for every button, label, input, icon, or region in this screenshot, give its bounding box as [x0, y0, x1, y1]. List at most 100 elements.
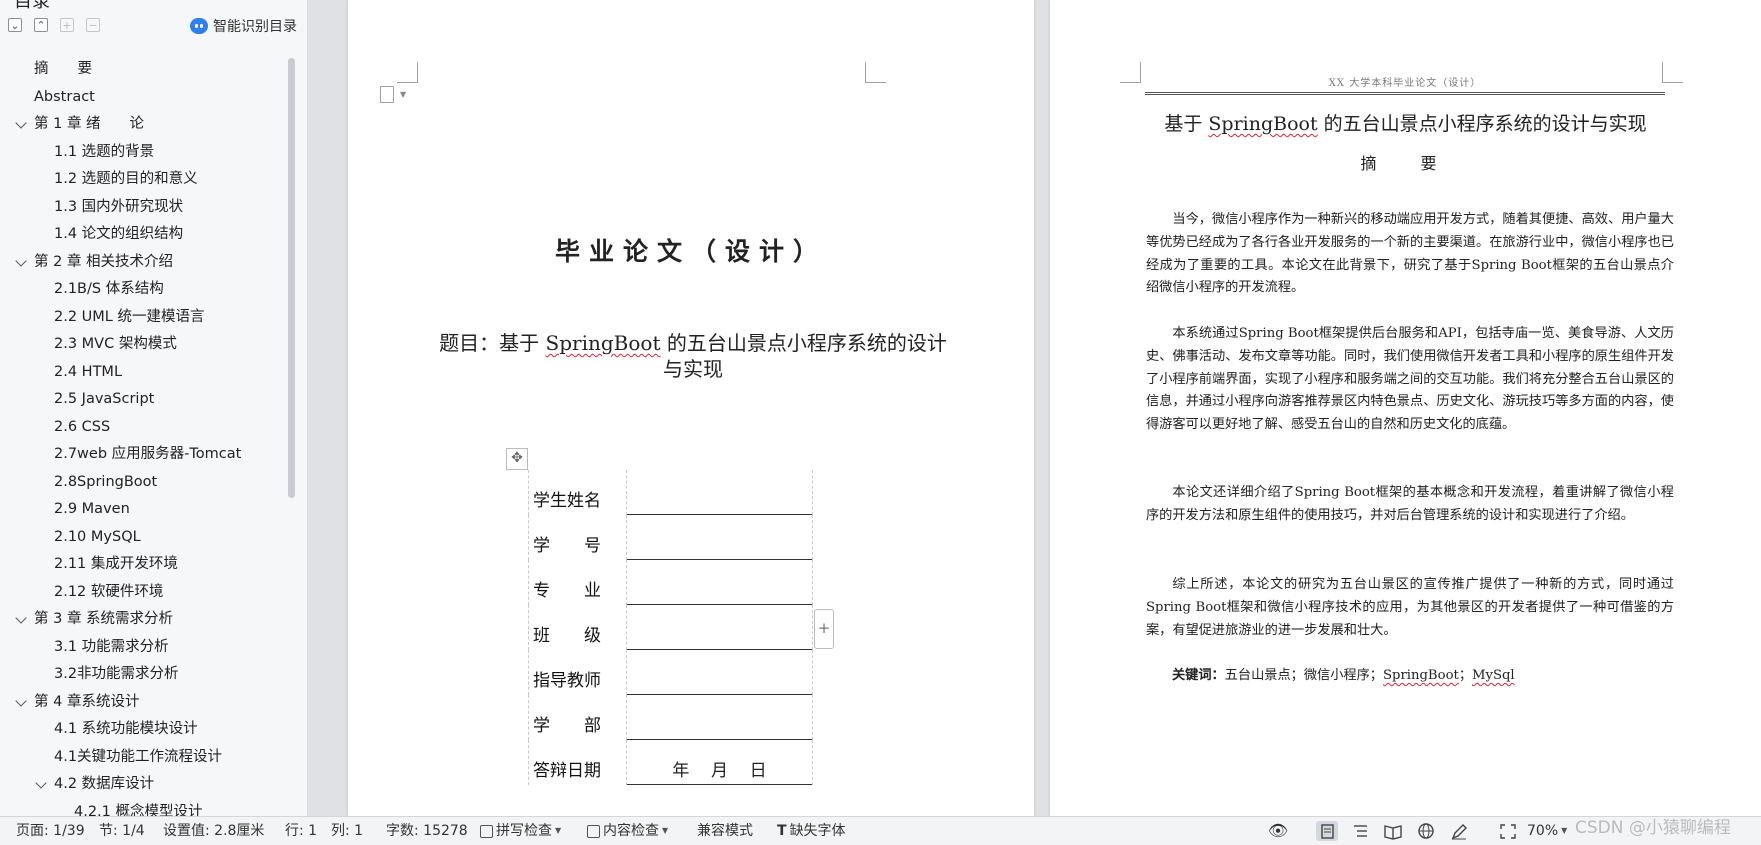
toc-item[interactable]: 1.4 论文的组织结构 [0, 221, 290, 249]
info-input-line[interactable] [627, 605, 812, 650]
toc-item[interactable]: 2.2 UML 统一建模语言 [0, 304, 290, 332]
info-input-line[interactable] [627, 650, 812, 695]
page-view-icon[interactable] [1316, 821, 1338, 841]
remove-entry-icon[interactable]: − [86, 18, 100, 32]
zoom-level[interactable]: 70% ▼ [1527, 817, 1567, 845]
toc-item-label: Abstract [34, 88, 95, 105]
info-input-line[interactable] [627, 695, 812, 740]
page-indicator[interactable]: 页面: 1/39 [16, 817, 85, 845]
add-column-button[interactable]: + [814, 609, 834, 649]
chevron-down-icon: ▼ [555, 826, 562, 835]
info-label: 指导教师 [533, 671, 601, 691]
search-doc-icon [587, 824, 600, 838]
info-input-line[interactable] [627, 560, 812, 605]
document-icon[interactable] [380, 86, 394, 103]
toc-panel: 目录 ⌄ ⌃ + − 智能识别目录 摘 要 Abstract 第 1 章 绪 论 1.… [0, 0, 308, 816]
toc-item[interactable]: 第 4 章系统设计 [0, 689, 290, 717]
keywords-line: 关键词：五台山景点；微信小程序；SpringBoot；MySql [1172, 664, 1515, 683]
toc-item-label: 4.2 数据库设计 [54, 776, 155, 792]
toc-item[interactable]: 2.12 软硬件环境 [0, 579, 290, 607]
chevron-down-icon[interactable]: ▼ [400, 90, 406, 99]
cover-info-table: 学生姓名学 号专 业班 级指导教师学 部答辩日期 年 月 日 [528, 470, 813, 785]
compat-mode-button[interactable]: 兼容模式 [697, 817, 753, 845]
toc-item[interactable]: 摘 要 [0, 56, 290, 84]
smart-toc-label: 智能识别目录 [213, 19, 297, 35]
keyword-spell-flag[interactable]: MySql [1472, 668, 1515, 683]
title-text-rest: 的五台山景点小程序系统的设计与实现 [1317, 113, 1647, 135]
toc-item[interactable]: 1.1 选题的背景 [0, 139, 290, 167]
web-view-icon[interactable] [1415, 821, 1437, 841]
reading-view-icon[interactable] [1382, 821, 1404, 841]
fit-page-icon[interactable] [1497, 821, 1519, 841]
toc-item[interactable]: 4.2.1 概念模型设计 [0, 799, 290, 817]
toc-item[interactable]: 3.2非功能需求分析 [0, 661, 290, 689]
eye-icon[interactable]: 👁 [1267, 821, 1289, 841]
topic-text: 题目：基于 [439, 331, 546, 355]
toc-item[interactable]: 4.1 系统功能模块设计 [0, 716, 290, 744]
content-check-button[interactable]: 内容检查 ▼ [587, 817, 668, 845]
margin-corner [865, 62, 886, 83]
toc-item-label: 1.4 论文的组织结构 [54, 226, 184, 242]
info-input-line[interactable] [627, 515, 812, 560]
setting-indicator[interactable]: 设置值: 2.8厘米 [163, 817, 264, 845]
cover-title: 毕业论文（设计） [554, 237, 827, 266]
outline-view-icon[interactable] [1349, 821, 1371, 841]
toc-item[interactable]: 2.1B/S 体系结构 [0, 276, 290, 304]
toc-item-label: 2.8SpringBoot [54, 473, 158, 490]
abstract-heading: 摘 要 [1360, 154, 1451, 173]
smart-toc-button[interactable]: 智能识别目录 [190, 15, 297, 37]
info-row: 答辩日期 年 月 日 [528, 740, 813, 785]
toc-item-label: 1.1 选题的背景 [54, 143, 155, 160]
toc-item-label: 2.9 Maven [54, 501, 130, 517]
info-value[interactable]: 年 月 日 [627, 756, 812, 781]
pen-icon[interactable] [1448, 821, 1470, 841]
collapse-all-icon[interactable]: ⌄ [8, 18, 22, 32]
chevron-down-icon: ▼ [1561, 826, 1568, 835]
toc-item[interactable]: 2.8SpringBoot [0, 469, 290, 497]
chevron-down-icon[interactable] [35, 777, 47, 789]
toc-item[interactable]: 1.3 国内外研究现状 [0, 194, 290, 222]
chevron-down-icon[interactable] [15, 612, 27, 624]
toc-item[interactable]: 2.6 CSS [0, 414, 290, 442]
toc-item-label: 3.2非功能需求分析 [54, 666, 179, 682]
toc-item[interactable]: 第 1 章 绪 论 [0, 111, 290, 139]
info-input-line[interactable] [627, 470, 812, 515]
toc-item[interactable]: 2.11 集成开发环境 [0, 551, 290, 579]
toc-item[interactable]: 2.9 Maven [0, 496, 290, 524]
expand-up-icon[interactable]: ⌃ [34, 18, 48, 32]
toc-item[interactable]: 第 3 章 系统需求分析 [0, 606, 290, 634]
toc-scrollbar[interactable] [288, 58, 295, 498]
title-spell-flag[interactable]: SpringBoot [1208, 113, 1317, 135]
toc-item[interactable]: 4.2 数据库设计 [0, 771, 290, 799]
add-entry-icon[interactable]: + [60, 18, 74, 32]
table-move-icon[interactable]: ✥ [506, 448, 528, 470]
topic-spell-flag[interactable]: SpringBoot [546, 331, 661, 355]
chevron-down-icon[interactable] [15, 694, 27, 707]
section-indicator[interactable]: 节: 1/4 [99, 817, 145, 845]
keyword-spell-flag[interactable]: SpringBoot [1383, 668, 1459, 683]
word-count[interactable]: 字数: 15278 [386, 817, 468, 845]
missing-font-button[interactable]: T 缺失字体 [777, 817, 846, 845]
margin-corner [397, 62, 418, 83]
toc-item-label: 2.2 UML 统一建模语言 [54, 308, 205, 325]
toc-item[interactable]: 3.1 功能需求分析 [0, 634, 290, 662]
toc-item[interactable]: 2.7web 应用服务器-Tomcat [0, 441, 290, 469]
toc-item[interactable]: 2.4 HTML [0, 359, 290, 387]
col-indicator: 列: 1 [331, 823, 364, 839]
toc-item[interactable]: 第 2 章 相关技术介绍 [0, 249, 290, 277]
toc-item[interactable]: Abstract [0, 84, 290, 112]
document-area: ▼ 毕业论文（设计） 题目：基于 SpringBoot 的五台山景点小程序系统的… [308, 0, 1761, 816]
chevron-down-icon[interactable] [15, 254, 27, 267]
toc-item[interactable]: 2.5 JavaScript [0, 386, 290, 414]
keywords-text: 五台山景点；微信小程序； [1224, 668, 1383, 683]
toc-item-label: 1.2 选题的目的和意义 [54, 171, 198, 187]
toc-item[interactable]: 4.1关键功能工作流程设计 [0, 744, 290, 772]
spell-check-button[interactable]: 拼写检查 ▼ [480, 817, 561, 845]
toc-item-label: 2.11 集成开发环境 [54, 556, 178, 572]
keywords-label: 关键词： [1172, 668, 1225, 683]
toc-item[interactable]: 1.2 选题的目的和意义 [0, 166, 290, 194]
toc-item-label: 2.6 CSS [54, 418, 111, 435]
toc-item[interactable]: 2.3 MVC 架构模式 [0, 331, 290, 359]
toc-item[interactable]: 2.10 MySQL [0, 524, 290, 552]
chevron-down-icon[interactable] [15, 117, 27, 129]
